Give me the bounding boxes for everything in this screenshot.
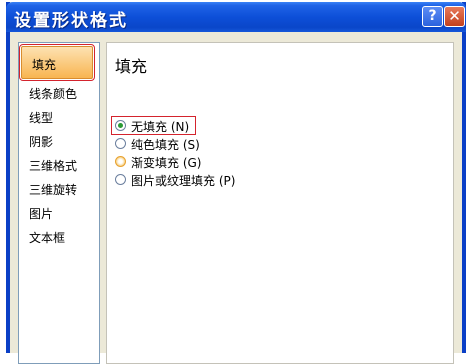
dialog-title: 设置形状格式: [14, 11, 128, 31]
section-title: 填充: [115, 57, 148, 76]
category-item-label: 填充: [32, 58, 57, 72]
category-list: 填充 线条颜色 线型 阴影 三维格式 三维旋转 图片 文本框: [18, 42, 100, 364]
radio-label: 渐变填充 (G): [131, 156, 202, 170]
format-shape-dialog: 设置形状格式 ? ✕ 填充 线条颜色 线型 阴影 三维格式 三维旋转 图片 文本…: [6, 2, 466, 364]
close-icon: ✕: [448, 7, 461, 25]
fill-settings-panel: 填充 无填充 (N) 纯色填充 (S) 渐变填充 (G) 图片或纹理填充 (P): [106, 42, 454, 364]
close-button[interactable]: ✕: [444, 6, 465, 27]
title-bar[interactable]: 设置形状格式 ? ✕: [6, 2, 466, 32]
radio-label: 图片或纹理填充 (P): [131, 174, 236, 188]
help-icon: ?: [428, 8, 437, 24]
radio-label: 纯色填充 (S): [131, 138, 200, 152]
category-item-text-box[interactable]: 文本框: [29, 229, 65, 246]
radio-button[interactable]: [115, 156, 126, 167]
category-item-line-style[interactable]: 线型: [29, 109, 53, 126]
category-item-line-color[interactable]: 线条颜色: [29, 85, 77, 102]
radio-button[interactable]: [115, 138, 126, 149]
category-item-3d-rotation[interactable]: 三维旋转: [29, 181, 77, 198]
category-item-picture[interactable]: 图片: [29, 205, 53, 222]
radio-button[interactable]: [115, 174, 126, 185]
category-item-shadow[interactable]: 阴影: [29, 133, 53, 150]
radio-button-checked[interactable]: [115, 120, 126, 131]
radio-label: 无填充 (N): [131, 120, 190, 134]
help-button[interactable]: ?: [422, 6, 443, 27]
category-item-fill[interactable]: 填充: [19, 44, 95, 81]
dialog-content: 填充 线条颜色 线型 阴影 三维格式 三维旋转 图片 文本框 填充 无填充 (N…: [10, 32, 462, 364]
category-item-3d-format[interactable]: 三维格式: [29, 157, 77, 174]
